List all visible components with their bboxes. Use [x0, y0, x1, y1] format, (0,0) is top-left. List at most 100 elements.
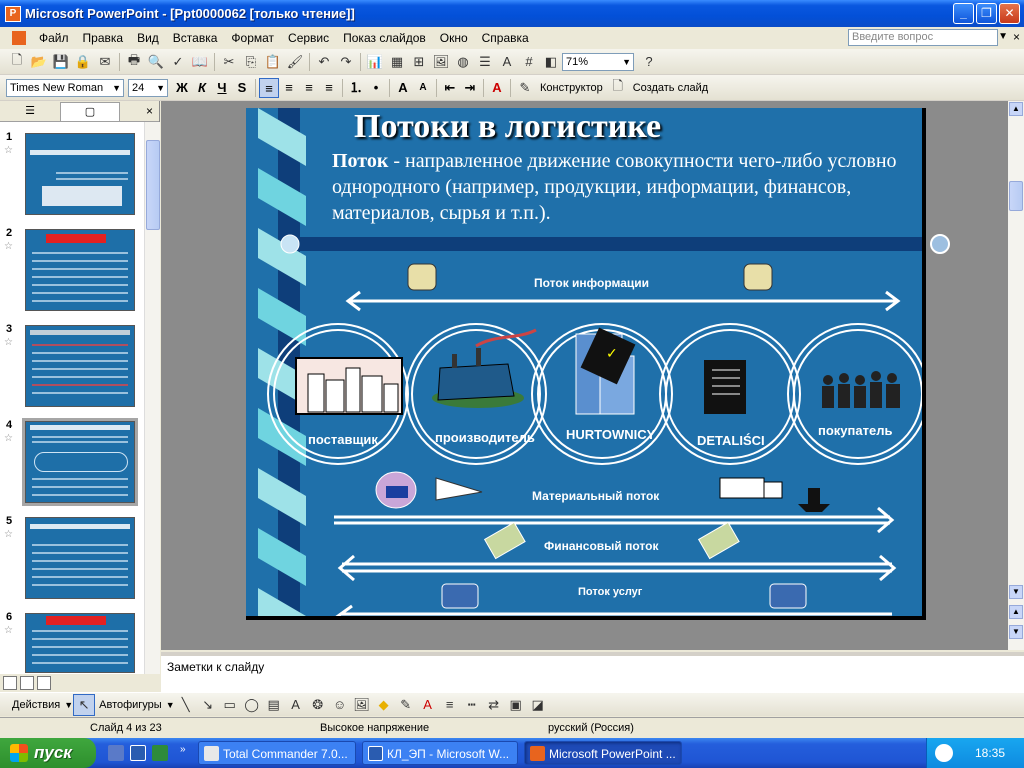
- slide-definition[interactable]: Поток - направленное движение совокупнос…: [332, 148, 922, 226]
- line-icon[interactable]: ╲: [175, 694, 197, 716]
- select-objects-icon[interactable]: ↖: [73, 693, 96, 716]
- task-word[interactable]: КЛ_ЭП - Microsoft W...: [362, 741, 518, 765]
- picture-icon[interactable]: 🖼: [351, 694, 373, 716]
- maximize-button[interactable]: ❐: [976, 3, 997, 24]
- color-grayscale-icon[interactable]: ◧: [540, 51, 562, 73]
- next-slide-icon[interactable]: ▼: [1009, 625, 1023, 639]
- menu-help[interactable]: Справка: [475, 31, 536, 45]
- diagram-icon[interactable]: ◍: [452, 51, 474, 73]
- normal-view-icon[interactable]: [3, 676, 17, 690]
- menu-format[interactable]: Формат: [224, 31, 281, 45]
- dash-style-icon[interactable]: ┅: [461, 694, 483, 716]
- align-right-icon[interactable]: ≡: [299, 78, 319, 98]
- justify-icon[interactable]: ≡: [319, 78, 339, 98]
- textbox-icon[interactable]: ▤: [263, 694, 285, 716]
- shadow-style-icon[interactable]: ▣: [505, 694, 527, 716]
- line-color-icon[interactable]: ✎: [395, 694, 417, 716]
- tab-outline[interactable]: ☰: [0, 102, 60, 121]
- cut-icon[interactable]: ✂: [218, 51, 240, 73]
- rectangle-icon[interactable]: ▭: [219, 694, 241, 716]
- copy-icon[interactable]: ⎘: [240, 51, 262, 73]
- designer-button[interactable]: Конструктор: [536, 82, 607, 94]
- new-slide-icon[interactable]: 🗋: [607, 77, 629, 99]
- italic-button[interactable]: К: [192, 78, 212, 98]
- scrollbar-thumb[interactable]: [1009, 181, 1023, 211]
- menu-window[interactable]: Окно: [433, 31, 475, 45]
- numbering-icon[interactable]: ⒈: [346, 78, 366, 98]
- decrease-indent-icon[interactable]: ⇤: [440, 78, 460, 98]
- slide-thumbnail-5[interactable]: 5 ☆: [0, 515, 145, 609]
- slide-thumbnail-4[interactable]: 4 ☆: [0, 418, 145, 513]
- task-total-commander[interactable]: Total Commander 7.0...: [198, 741, 356, 765]
- align-left-icon[interactable]: ≡: [259, 77, 279, 98]
- actions-menu[interactable]: Действия: [8, 699, 64, 711]
- close-button[interactable]: ✕: [999, 3, 1020, 24]
- print-icon[interactable]: 🖶: [123, 51, 145, 73]
- line-style-icon[interactable]: ≡: [439, 694, 461, 716]
- font-color-icon[interactable]: A: [487, 78, 507, 98]
- scrollbar-thumb[interactable]: [146, 140, 160, 230]
- quicklaunch-icon[interactable]: [108, 745, 124, 761]
- save-icon[interactable]: 💾: [50, 51, 72, 73]
- tables-borders-icon[interactable]: ⊞: [408, 51, 430, 73]
- permission-icon[interactable]: 🔒: [72, 51, 94, 73]
- underline-button[interactable]: Ч: [212, 78, 232, 98]
- designer-icon[interactable]: ✎: [514, 77, 536, 99]
- minimize-button[interactable]: _: [953, 3, 974, 24]
- decrease-font-icon[interactable]: A: [413, 78, 433, 98]
- print-preview-icon[interactable]: 🔍: [145, 51, 167, 73]
- slide-thumbnail-1[interactable]: 1 ☆: [0, 131, 145, 225]
- clipart-icon[interactable]: ☺: [329, 694, 351, 716]
- tray-icon[interactable]: [935, 744, 953, 762]
- diagram-icon[interactable]: ❂: [307, 694, 329, 716]
- menu-view[interactable]: Вид: [130, 31, 166, 45]
- oval-icon[interactable]: ◯: [241, 694, 263, 716]
- research-icon[interactable]: 📖: [189, 51, 211, 73]
- 3d-style-icon[interactable]: ◪: [527, 694, 549, 716]
- menu-file[interactable]: Файл: [32, 31, 76, 45]
- insert-chart-icon[interactable]: 📊: [364, 51, 386, 73]
- shadow-button[interactable]: S: [232, 78, 252, 98]
- scroll-up-icon[interactable]: ▲: [1009, 102, 1023, 116]
- paste-icon[interactable]: 📋: [262, 51, 284, 73]
- slide-thumbnail-3[interactable]: 3 ☆: [0, 323, 145, 417]
- show-formatting-icon[interactable]: A: [496, 51, 518, 73]
- slideshow-icon[interactable]: [37, 676, 51, 690]
- font-select[interactable]: Times New Roman ▼: [6, 78, 124, 97]
- slides-scrollbar[interactable]: [144, 122, 160, 674]
- undo-icon[interactable]: ↶: [313, 51, 335, 73]
- slide-thumbnail-2[interactable]: 2 ☆: [0, 227, 145, 321]
- tab-slides[interactable]: ▢: [60, 101, 120, 121]
- slide-title[interactable]: Потоки в логистике: [354, 108, 661, 146]
- start-button[interactable]: пуск: [0, 738, 96, 768]
- font-size-select[interactable]: 24 ▼: [128, 78, 168, 97]
- powerpoint-app-icon[interactable]: P: [5, 5, 21, 22]
- chevron-expand-icon[interactable]: »: [180, 744, 186, 755]
- new-slide-button[interactable]: Создать слайд: [629, 82, 712, 94]
- insert-table-icon[interactable]: ▦: [386, 51, 408, 73]
- word-quicklaunch-icon[interactable]: [130, 745, 146, 761]
- font-color-icon[interactable]: A: [417, 694, 439, 716]
- spelling-icon[interactable]: ✓: [167, 51, 189, 73]
- pane-close-button[interactable]: ×: [146, 104, 153, 118]
- arrow-icon[interactable]: ↘: [197, 694, 219, 716]
- bold-button[interactable]: Ж: [172, 78, 192, 98]
- slide-sorter-icon[interactable]: [20, 676, 34, 690]
- wordart-icon[interactable]: A: [285, 694, 307, 716]
- slide-canvas[interactable]: ✓ Потоки в логистике Поток - направленно…: [246, 108, 926, 620]
- zoom-select[interactable]: 71% ▼: [562, 52, 634, 71]
- task-powerpoint[interactable]: Microsoft PowerPoint ...: [524, 741, 682, 765]
- menu-slideshow[interactable]: Показ слайдов: [336, 31, 433, 45]
- document-icon[interactable]: [12, 31, 26, 45]
- help-button[interactable]: ?: [638, 51, 660, 73]
- redo-icon[interactable]: ↷: [335, 51, 357, 73]
- email-icon[interactable]: ✉: [94, 51, 116, 73]
- bullets-icon[interactable]: •: [366, 78, 386, 98]
- grid-icon[interactable]: #: [518, 51, 540, 73]
- align-center-icon[interactable]: ≡: [279, 78, 299, 98]
- open-icon[interactable]: 📂: [28, 51, 50, 73]
- slide-scrollbar[interactable]: ▲ ▼ ▲ ▼: [1008, 101, 1024, 650]
- document-close-button[interactable]: ×: [1013, 30, 1020, 44]
- arrow-style-icon[interactable]: ⇄: [483, 694, 505, 716]
- ask-question-input[interactable]: Введите вопрос: [848, 29, 998, 46]
